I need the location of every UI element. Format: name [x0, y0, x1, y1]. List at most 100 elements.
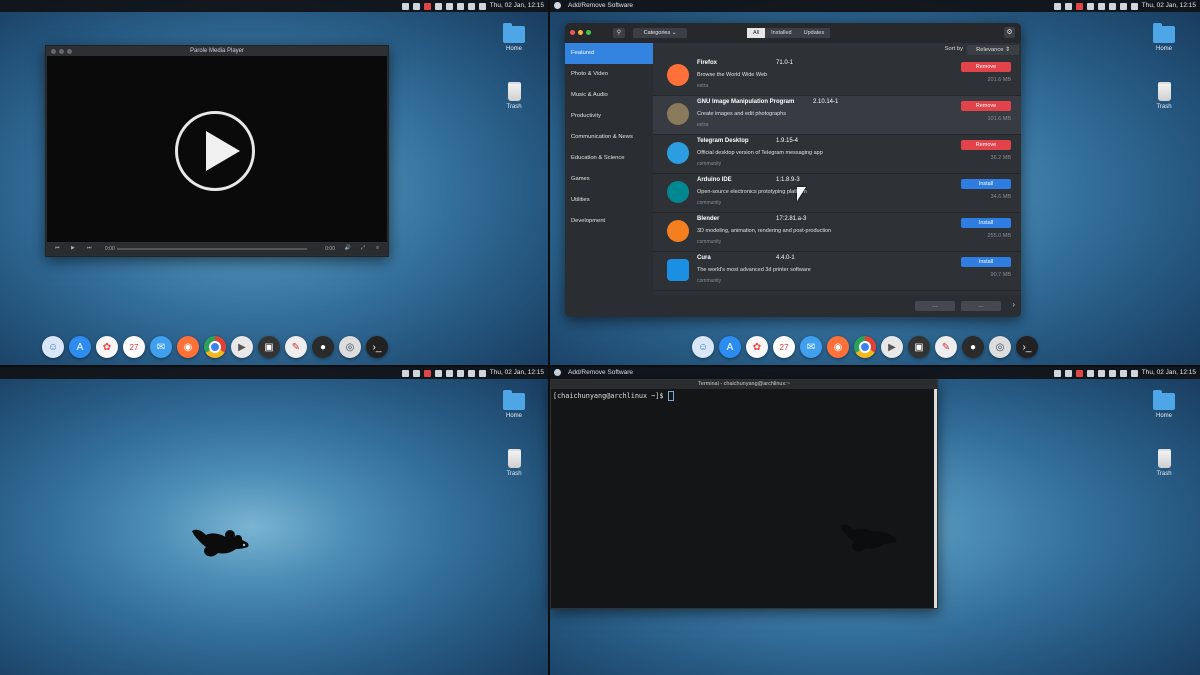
- gear-icon[interactable]: ⚙: [1004, 27, 1015, 38]
- scrollbar[interactable]: [934, 389, 937, 608]
- terminal-output[interactable]: [chaichunyang@archlinux ~]$: [553, 391, 674, 401]
- volume-icon[interactable]: 🔊: [345, 245, 351, 251]
- video-area[interactable]: [47, 56, 387, 242]
- sidebar-item-music-audio[interactable]: Music & Audio: [565, 85, 653, 106]
- app-store-icon[interactable]: A: [719, 336, 741, 358]
- calendar-icon[interactable]: 27: [773, 336, 795, 358]
- save-icon[interactable]: [1064, 2, 1072, 10]
- close-button[interactable]: [570, 30, 575, 35]
- record-icon[interactable]: [1075, 2, 1083, 10]
- install-button[interactable]: Install: [961, 257, 1011, 267]
- app-store-icon[interactable]: A: [69, 336, 91, 358]
- trash[interactable]: Trash: [494, 449, 534, 477]
- footer-button-1[interactable]: …: [915, 301, 955, 311]
- maximize-button[interactable]: [586, 30, 591, 35]
- categories-button[interactable]: Categories ⌄: [633, 28, 687, 38]
- info-icon[interactable]: [445, 2, 453, 10]
- firefox-icon[interactable]: ◉: [827, 336, 849, 358]
- sidebar-item-education-science[interactable]: Education & Science: [565, 148, 653, 169]
- sidebar-item-productivity[interactable]: Productivity: [565, 106, 653, 127]
- play-icon[interactable]: [175, 111, 255, 191]
- header-bar[interactable]: ⚲ Categories ⌄ All Installed Updates ⚙: [565, 23, 1021, 43]
- package-row[interactable]: Arduino IDE 1:1.8.9-3 Open-source electr…: [653, 174, 1021, 213]
- mail-icon[interactable]: ✉: [150, 336, 172, 358]
- previous-icon[interactable]: ⏮: [55, 245, 60, 251]
- sidebar-item-utilities[interactable]: Utilities: [565, 190, 653, 211]
- sidebar-item-photo-video[interactable]: Photo & Video: [565, 64, 653, 85]
- gimp-icon[interactable]: ●: [962, 336, 984, 358]
- trash[interactable]: Trash: [1144, 82, 1184, 110]
- package-row[interactable]: Cura 4.4.0-1 The world's most advanced 3…: [653, 252, 1021, 291]
- volume-icon[interactable]: [1119, 369, 1127, 377]
- remove-button[interactable]: Remove: [961, 140, 1011, 150]
- network-icon[interactable]: [1108, 2, 1116, 10]
- network-icon[interactable]: [456, 369, 464, 377]
- play-button[interactable]: ▶: [71, 245, 75, 251]
- info-icon[interactable]: [445, 369, 453, 377]
- save-icon[interactable]: [412, 369, 420, 377]
- tab-updates[interactable]: Updates: [797, 28, 831, 38]
- clock[interactable]: Thu, 02 Jan, 12:15: [1142, 367, 1196, 379]
- sidebar-item-communication-news[interactable]: Communication & News: [565, 127, 653, 148]
- volume-icon[interactable]: [467, 369, 475, 377]
- screenshot-icon[interactable]: ▣: [258, 336, 280, 358]
- sidebar-item-games[interactable]: Games: [565, 169, 653, 190]
- draw-icon[interactable]: ✎: [935, 336, 957, 358]
- footer-button-2[interactable]: …: [961, 301, 1001, 311]
- photos-icon[interactable]: ✿: [96, 336, 118, 358]
- chevron-right-icon[interactable]: ›: [1012, 300, 1015, 309]
- calendar-icon[interactable]: 27: [123, 336, 145, 358]
- sidebar-item-featured[interactable]: Featured: [565, 43, 653, 64]
- clock[interactable]: Thu, 02 Jan, 12:15: [1142, 0, 1196, 12]
- home-folder[interactable]: Home: [1144, 23, 1184, 52]
- package-row[interactable]: Firefox 71.0-1 Browse the World Wide Web…: [653, 57, 1021, 96]
- save-icon[interactable]: [1064, 369, 1072, 377]
- chrome-icon[interactable]: [204, 336, 226, 358]
- save-icon[interactable]: [412, 2, 420, 10]
- search-button[interactable]: ⚲: [613, 28, 625, 38]
- install-button[interactable]: Install: [961, 179, 1011, 189]
- finder-icon[interactable]: ☺: [42, 336, 64, 358]
- tab-installed[interactable]: Installed: [765, 28, 798, 38]
- battery-icon[interactable]: [478, 2, 486, 10]
- mail-icon[interactable]: ✉: [800, 336, 822, 358]
- photos-icon[interactable]: ✿: [746, 336, 768, 358]
- window-icon[interactable]: [401, 2, 409, 10]
- volume-icon[interactable]: [467, 2, 475, 10]
- record-icon[interactable]: [423, 2, 431, 10]
- menu-icon[interactable]: ≡: [376, 245, 379, 251]
- media-player-icon[interactable]: ▶: [231, 336, 253, 358]
- next-icon[interactable]: ⏭: [87, 245, 92, 251]
- trash[interactable]: Trash: [494, 82, 534, 110]
- tab-all[interactable]: All: [747, 28, 766, 38]
- window-titlebar[interactable]: Parole Media Player: [46, 46, 388, 56]
- sidebar-item-development[interactable]: Development: [565, 211, 653, 232]
- finder-icon[interactable]: ☺: [692, 336, 714, 358]
- window-icon[interactable]: [1053, 2, 1061, 10]
- gimp-icon[interactable]: ●: [312, 336, 334, 358]
- seek-slider[interactable]: [117, 248, 307, 250]
- record-icon[interactable]: [1075, 369, 1083, 377]
- package-row[interactable]: Telegram Desktop 1.9.15-4 Official deskt…: [653, 135, 1021, 174]
- info-icon[interactable]: [1097, 369, 1105, 377]
- trash[interactable]: Trash: [1144, 449, 1184, 477]
- remove-button[interactable]: Remove: [961, 62, 1011, 72]
- terminal-icon[interactable]: ›_: [1016, 336, 1038, 358]
- remove-button[interactable]: Remove: [961, 101, 1011, 111]
- clock[interactable]: Thu, 02 Jan, 12:15: [490, 367, 544, 379]
- home-folder[interactable]: Home: [494, 390, 534, 419]
- settings-icon[interactable]: ◎: [989, 336, 1011, 358]
- grid-icon[interactable]: [434, 369, 442, 377]
- record-icon[interactable]: [423, 369, 431, 377]
- clock[interactable]: Thu, 02 Jan, 12:15: [490, 0, 544, 12]
- home-folder[interactable]: Home: [494, 23, 534, 52]
- terminal-icon[interactable]: ›_: [366, 336, 388, 358]
- minimize-button[interactable]: [578, 30, 583, 35]
- media-player-icon[interactable]: ▶: [881, 336, 903, 358]
- network-icon[interactable]: [456, 2, 464, 10]
- sort-select[interactable]: Relevance ⇕: [967, 45, 1019, 55]
- battery-icon[interactable]: [478, 369, 486, 377]
- battery-icon[interactable]: [1130, 369, 1138, 377]
- minimize-button[interactable]: [59, 49, 64, 54]
- chrome-icon[interactable]: [854, 336, 876, 358]
